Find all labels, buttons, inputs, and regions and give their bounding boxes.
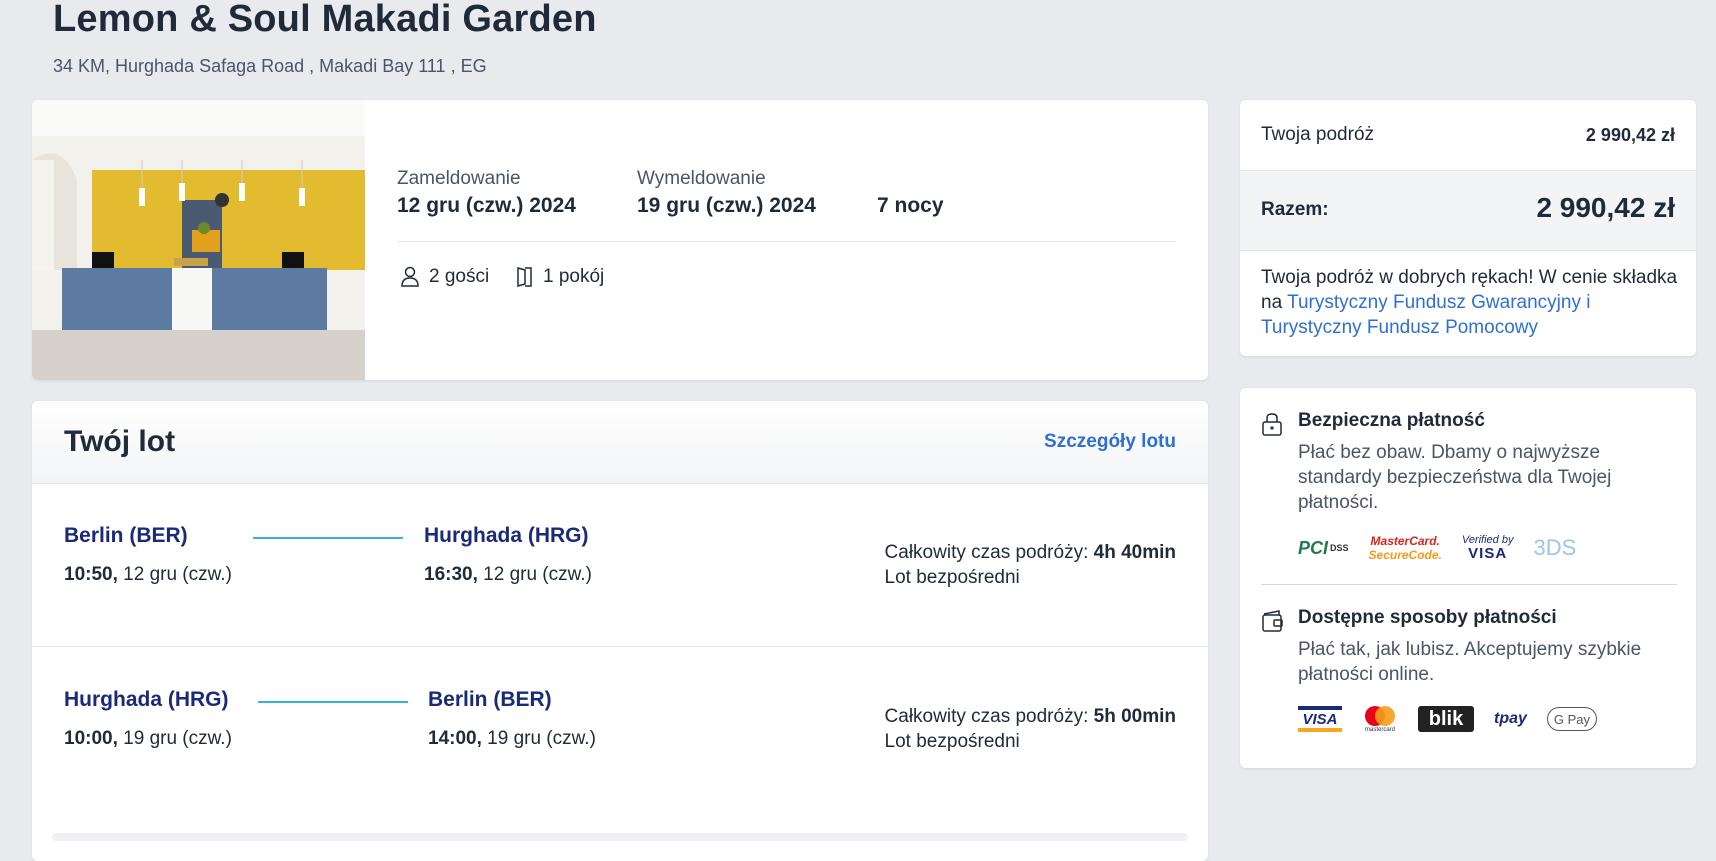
flight-card-bottom-bar [52,833,1188,841]
duration-value: 4h 40min [1093,542,1176,563]
departure-time: 10:00, [64,728,118,749]
pci-dss-logo: PCI DSS [1298,537,1349,558]
flight-title: Twój lot [64,425,176,458]
duration-label: Całkowity czas podróży: [884,542,1089,563]
mastercard-logo: mastercard [1362,705,1398,733]
wallet-icon [1262,610,1283,632]
blik-logo: blik [1418,706,1474,732]
payment-methods-desc: Płać tak, jak lubisz. Akceptujemy szybki… [1298,639,1642,685]
leg-arrival: 16:30, 12 gru (czw.) [424,564,592,586]
payment-methods-section: Dostępne sposoby płatności Płać tak, jak… [1261,607,1677,757]
flight-card: Twój lot Szczegóły lotu Berlin (BER) Hur… [32,401,1208,861]
flight-details-link[interactable]: Szczegóły lotu [1044,431,1176,453]
secure-payment-section: Bezpieczna płatność Płać bez obaw. Dbamy… [1261,410,1677,570]
verified-by-visa-logo: Verified by VISA [1461,534,1514,562]
nights-block: 7 nocy [877,194,944,218]
visa-logo: VISA [1298,706,1342,732]
tpay-logo: tpay [1494,710,1527,727]
flight-leg-outbound: Berlin (BER) Hurghada (HRG) 10:50, 12 gr… [32,524,1208,688]
departure-time: 10:50, [64,564,118,585]
arrival-date: 19 gru (czw.) [487,728,596,749]
checkin-block: Zameldowanie 12 gru (czw.) 2024 [397,168,576,218]
secure-payment-title: Bezpieczna płatność [1298,410,1485,431]
hotel-photo [32,100,365,380]
guests-info: 2 gości [400,266,489,288]
payment-info-card: Bezpieczna płatność Płać bez obaw. Dbamy… [1240,388,1696,768]
security-logos: PCI DSS MasterCard. SecureCode. Verified b… [1298,534,1596,562]
rooms-info: 1 pokój [516,266,604,288]
trip-price-value: 2 990,42 zł [1585,125,1675,145]
leg-departure: 10:00, 19 gru (czw.) [64,728,232,750]
google-pay-logo: G Pay [1546,707,1597,731]
flight-leg-return: Hurghada (HRG) Berlin (BER) 10:00, 19 gr… [32,688,1208,852]
mastercard-securecode-logo: MasterCard. SecureCode. [1368,534,1442,562]
payment-methods-title: Dostępne sposoby płatności [1298,607,1557,628]
guests-count: 2 gości [429,266,490,287]
flight-type: Lot bezpośredni [884,731,1020,752]
leg-to-city: Berlin (BER) [428,688,552,711]
leg-duration-info: Całkowity czas podróży: 4h 40min Lot bez… [885,540,1176,590]
leg-departure: 10:50, 12 gru (czw.) [64,564,232,586]
price-summary-card: Twoja podróż 2 990,42 zł Razem: 2 990,42… [1240,100,1696,356]
total-price-row: Razem: 2 990,42 zł [1240,171,1696,251]
hotel-name: Lemon & Soul Makadi Garden [53,0,597,40]
leg-to-city: Hurghada (HRG) [424,524,589,547]
arrival-time: 14:00, [428,728,482,749]
total-value: 2 990,42 zł [1536,192,1675,223]
arrival-time: 16:30, [424,564,478,585]
departure-date: 12 gru (czw.) [123,564,232,585]
leg-from-city: Berlin (BER) [64,524,188,547]
guarantee-fund-link[interactable]: Turystyczny Fundusz Gwarancyjny i Turyst… [1261,292,1590,338]
leg-from-city: Hurghada (HRG) [64,688,229,711]
route-line [253,537,403,539]
trip-price-label: Twoja podróż [1261,124,1375,145]
payment-divider [1261,584,1677,585]
checkin-label: Zameldowanie [397,168,521,189]
departure-date: 19 gru (czw.) [123,728,232,749]
route-line [258,701,408,703]
trip-price-row: Twoja podróż 2 990,42 zł [1240,100,1696,171]
leg-duration-info: Całkowity czas podróży: 5h 00min Lot bez… [885,704,1176,754]
flight-header: Twój lot Szczegóły lotu [32,401,1208,484]
rooms-count: 1 pokój [543,266,605,287]
checkout-label: Wymeldowanie [637,168,766,189]
door-icon [517,267,532,287]
payment-method-logos: VISA mastercard blik tpay G Pay [1298,705,1617,733]
checkout-block: Wymeldowanie 19 gru (czw.) 2024 [637,168,816,218]
nights-value: 7 nocy [877,194,944,217]
leg-arrival: 14:00, 19 gru (czw.) [428,728,596,750]
checkout-value: 19 gru (czw.) 2024 [637,194,816,217]
hotel-booking-card: Zameldowanie 12 gru (czw.) 2024 Wymeldow… [32,100,1208,380]
checkin-value: 12 gru (czw.) 2024 [397,194,576,217]
3ds-logo: 3DS [1533,535,1577,560]
total-label: Razem: [1261,199,1329,220]
leg-divider [32,646,1208,647]
hotel-address: 34 KM, Hurghada Safaga Road , Makadi Bay… [53,56,487,76]
guarantee-note: Twoja podróż w dobrych rękach! W cenie s… [1261,265,1681,340]
flight-type: Lot bezpośredni [884,567,1020,588]
secure-payment-desc: Płać bez obaw. Dbamy o najwyższe standar… [1298,442,1612,513]
arrival-date: 12 gru (czw.) [483,564,592,585]
duration-label: Całkowity czas podróży: [884,706,1089,727]
person-icon [401,266,419,287]
lock-icon [1262,413,1282,436]
duration-value: 5h 00min [1093,706,1176,727]
stay-divider [397,241,1176,242]
